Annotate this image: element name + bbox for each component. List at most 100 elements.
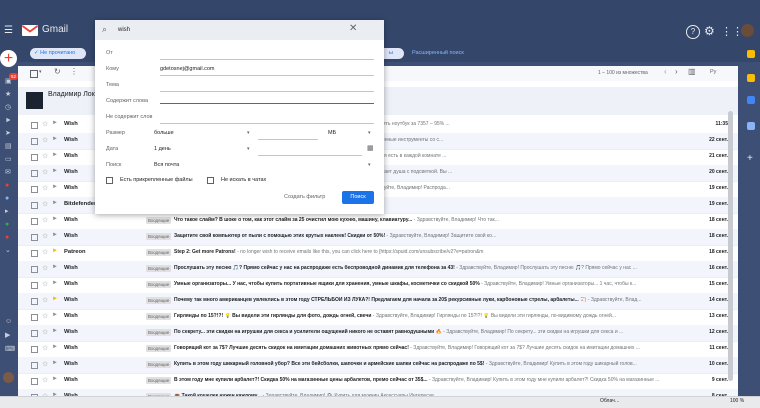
table-row[interactable]: ☆ ► Wish Входящие Что такое слайм? В шоке о … [18, 213, 738, 230]
star-icon[interactable]: ☆ [42, 248, 48, 256]
row-checkbox[interactable] [31, 234, 38, 241]
star-icon[interactable]: ☆ [42, 280, 48, 288]
important-marker-icon[interactable]: ► [52, 312, 58, 318]
table-row[interactable]: ☆ ► Wish Входящие Говорящий кот за 7$? Лучши… [18, 341, 738, 358]
apps-grid-icon[interactable]: ⋮⋮ [721, 25, 743, 38]
star-icon[interactable]: ☆ [42, 344, 48, 352]
important-marker-icon[interactable]: ► [52, 344, 58, 350]
row-checkbox[interactable] [31, 330, 38, 337]
more-vert-icon[interactable]: ⋮ [70, 67, 78, 76]
star-icon[interactable]: ☆ [42, 264, 48, 272]
dialog-search-bar[interactable] [95, 20, 384, 40]
label-red-icon[interactable]: ● [5, 182, 12, 189]
table-row[interactable]: ☆ ► Wish Входящие В этом году мне купили арб… [18, 373, 738, 390]
important-icon[interactable]: ► [5, 117, 12, 124]
important-marker-icon[interactable]: ► [52, 376, 58, 382]
star-icon[interactable]: ☆ [42, 360, 48, 368]
hamburger-icon[interactable]: ☰ [4, 26, 14, 36]
table-row[interactable]: ☆ ► Wish Входящие По секрету... эти скидки н… [18, 325, 738, 342]
compose-button[interactable]: + [0, 50, 17, 67]
row-label-chip[interactable]: Входящие [146, 249, 172, 256]
refresh-icon[interactable]: ↻ [54, 67, 61, 76]
row-checkbox[interactable] [31, 186, 38, 193]
row-label-chip[interactable]: Входящие [146, 233, 172, 240]
calendar-icon[interactable] [747, 50, 755, 58]
label-red-icon[interactable]: ● [5, 234, 12, 241]
chat-icon[interactable]: ▭ [5, 156, 12, 163]
avatar[interactable] [3, 372, 14, 383]
unread-filter-chip[interactable]: ✓ Не прочитано [30, 48, 86, 59]
clock-icon[interactable]: ◷ [5, 104, 12, 111]
to-field[interactable]: gdetosnej@gmail.com [160, 66, 215, 72]
zoom-level[interactable]: 100 % [730, 398, 744, 404]
row-checkbox[interactable] [31, 314, 38, 321]
chevron-down-icon[interactable]: ▾ [368, 162, 371, 168]
keep-icon[interactable] [747, 74, 755, 82]
search-in-select[interactable]: Вся почта [154, 162, 179, 168]
avatar[interactable] [741, 24, 754, 37]
size-operator-select[interactable]: больше [154, 130, 174, 136]
gmail-logo[interactable] [22, 25, 38, 36]
row-label-chip[interactable]: Входящие [146, 313, 172, 320]
table-row[interactable]: ☆ ► Patreon Входящие Step 2: Get more Patron… [18, 245, 738, 262]
split-pane-icon[interactable]: ▥ [688, 67, 696, 76]
star-icon[interactable]: ☆ [42, 216, 48, 224]
row-label-chip[interactable]: Входящие [146, 297, 172, 304]
no-chats-checkbox[interactable] [207, 177, 214, 184]
size-value-field[interactable] [258, 139, 318, 140]
row-checkbox[interactable] [31, 266, 38, 273]
row-label-chip[interactable]: Входящие [146, 345, 172, 352]
important-marker-icon[interactable]: ► [52, 232, 58, 238]
row-checkbox[interactable] [31, 282, 38, 289]
contacts-side-icon[interactable] [747, 122, 755, 130]
important-marker-icon[interactable]: ► [52, 200, 58, 206]
chevron-down-icon[interactable]: ▾ [247, 146, 250, 152]
keyboard-icon[interactable]: ⌨ [5, 346, 15, 353]
star-icon[interactable]: ☆ [42, 376, 48, 384]
add-addon-icon[interactable]: + [747, 153, 753, 164]
row-label-chip[interactable]: Входящие [146, 265, 172, 272]
important-marker-icon[interactable]: ► [52, 168, 58, 174]
important-marker-icon[interactable]: ► [52, 360, 58, 366]
row-label-chip[interactable]: Входящие [146, 377, 172, 384]
chevron-right-icon[interactable]: › [675, 67, 678, 76]
table-row[interactable]: ☆ ► Wish Входящие Гирлянды по 15?!?! 💡 Вы ви… [18, 309, 738, 326]
star-icon[interactable]: ☆ [42, 152, 48, 160]
draft-icon[interactable]: ▤ [5, 143, 12, 150]
important-marker-icon[interactable]: ► [52, 328, 58, 334]
has-attachment-checkbox[interactable] [106, 177, 113, 184]
date-range-select[interactable]: 1 день [154, 146, 171, 152]
doesnt-have-field[interactable] [160, 123, 374, 124]
star-icon[interactable]: ☆ [42, 120, 48, 128]
select-all-checkbox[interactable] [30, 70, 38, 78]
important-marker-icon[interactable]: ► [52, 184, 58, 190]
row-label-chip[interactable]: Входящие [146, 217, 172, 224]
important-marker-icon[interactable]: ► [52, 280, 58, 286]
date-field[interactable] [258, 155, 362, 156]
star-icon[interactable]: ☆ [42, 168, 48, 176]
row-checkbox[interactable] [31, 250, 38, 257]
contacts-icon[interactable]: ☺ [5, 318, 12, 325]
star-icon[interactable]: ☆ [42, 232, 48, 240]
advanced-search-link[interactable]: Расширенный поиск [412, 50, 464, 56]
mail-icon[interactable]: ✉ [5, 169, 12, 176]
star-icon[interactable]: ☆ [42, 312, 48, 320]
table-row[interactable]: ☆ ► Wish Входящие Умные организаторы... У на… [18, 277, 738, 294]
star-icon[interactable]: ☆ [42, 328, 48, 336]
meet-icon[interactable]: ▶ [5, 332, 12, 339]
row-checkbox[interactable] [31, 170, 38, 177]
chevron-left-icon[interactable]: ‹ [664, 67, 667, 76]
more-labels-icon[interactable]: ⌄ [5, 247, 12, 254]
important-marker-icon[interactable]: ► [52, 120, 58, 126]
gear-icon[interactable]: ⚙ [704, 24, 715, 38]
table-row[interactable]: ☆ ► Wish Входящие Почему так много американц… [18, 293, 738, 310]
row-label-chip[interactable]: Входящие [146, 361, 172, 368]
star-icon[interactable]: ★ [5, 91, 12, 98]
chevron-down-icon[interactable]: ▾ [247, 130, 250, 136]
tasks-icon[interactable] [747, 96, 755, 104]
search-query[interactable]: wish [118, 27, 130, 33]
send-icon[interactable]: ➤ [5, 130, 12, 137]
row-label-chip[interactable]: Входящие [146, 329, 172, 336]
input-tools-select[interactable]: Ру [710, 69, 716, 75]
star-icon[interactable]: ☆ [42, 296, 48, 304]
